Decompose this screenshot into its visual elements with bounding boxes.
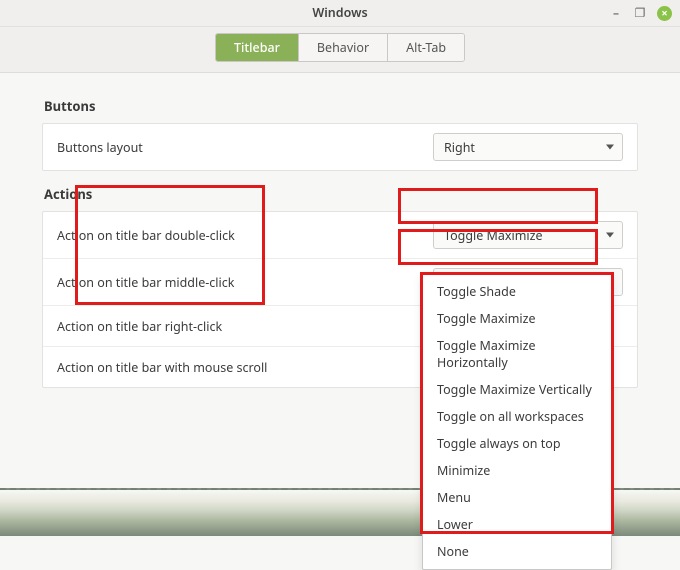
section-title-actions: Actions (44, 185, 638, 203)
row-label-buttons-layout: Buttons layout (57, 139, 433, 156)
chevron-down-icon (606, 145, 614, 150)
dropdown-option[interactable]: None (423, 538, 611, 565)
tab-alt-tab[interactable]: Alt-Tab (388, 34, 464, 61)
dropdown-option[interactable]: Toggle on all workspaces (423, 403, 611, 430)
row-buttons-layout: Buttons layout Right (43, 124, 637, 170)
tab-bar: Titlebar Behavior Alt-Tab (0, 27, 680, 73)
section-title-buttons: Buttons (44, 97, 638, 115)
dropdown-option[interactable]: Menu (423, 484, 611, 511)
row-action-double-click: Action on title bar double-click Toggle … (43, 212, 637, 259)
minimize-icon[interactable]: – (609, 6, 623, 20)
window-titlebar: Windows – ❐ × (0, 0, 680, 27)
dropdown-menu-right-click[interactable]: Toggle Shade Toggle Maximize Toggle Maxi… (422, 273, 612, 570)
tab-titlebar[interactable]: Titlebar (216, 34, 299, 61)
chevron-down-icon (606, 233, 614, 238)
row-label-mouse-scroll: Action on title bar with mouse scroll (57, 359, 433, 376)
combo-buttons-layout[interactable]: Right (433, 133, 623, 161)
combo-double-click[interactable]: Toggle Maximize (433, 221, 623, 249)
dropdown-option[interactable]: Toggle Shade (423, 278, 611, 305)
row-label-right-click: Action on title bar right-click (57, 318, 433, 335)
buttons-settings-list: Buttons layout Right (42, 123, 638, 171)
row-label-middle-click: Action on title bar middle-click (57, 274, 433, 291)
dropdown-option[interactable]: Toggle Maximize Horizontally (423, 332, 611, 376)
tab-behavior[interactable]: Behavior (299, 34, 388, 61)
window-controls: – ❐ × (609, 0, 672, 26)
close-icon[interactable]: × (657, 6, 672, 21)
dropdown-option[interactable]: Minimize (423, 457, 611, 484)
dropdown-option[interactable]: Lower (423, 511, 611, 538)
dropdown-option[interactable]: Toggle always on top (423, 430, 611, 457)
dropdown-option[interactable]: Toggle Maximize (423, 305, 611, 332)
dropdown-option[interactable]: Toggle Maximize Vertically (423, 376, 611, 403)
maximize-icon[interactable]: ❐ (633, 6, 647, 20)
tab-switcher: Titlebar Behavior Alt-Tab (215, 33, 465, 62)
combo-value-buttons-layout: Right (444, 139, 475, 156)
row-label-double-click: Action on title bar double-click (57, 227, 433, 244)
combo-value-double-click: Toggle Maximize (444, 227, 543, 244)
window-title: Windows (312, 4, 367, 21)
